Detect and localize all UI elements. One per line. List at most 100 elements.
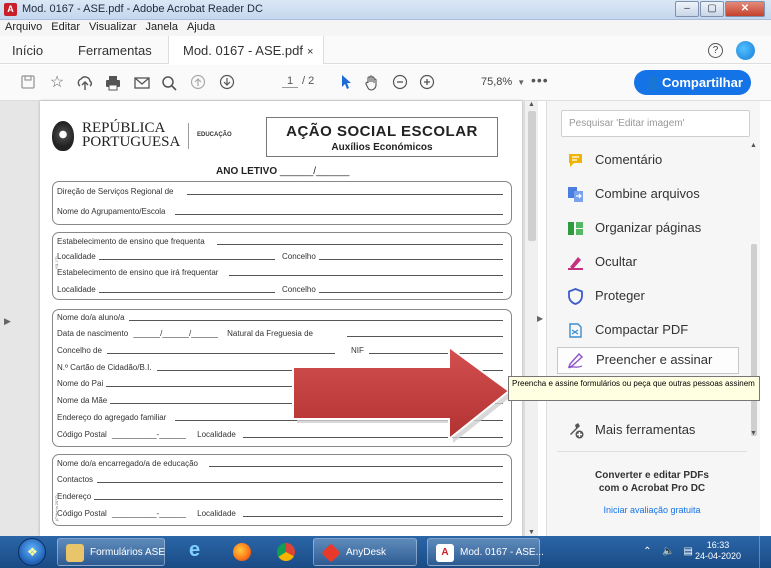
tool-fill-and-sign[interactable]: Preencher e assinar — [557, 347, 739, 374]
field-line — [319, 292, 503, 293]
help-icon[interactable]: ? — [708, 43, 723, 58]
field-label: Nome da Mãe — [57, 396, 111, 405]
upload-cloud-icon[interactable] — [76, 74, 94, 92]
show-hidden-icons[interactable]: ⌃ — [643, 546, 651, 557]
school-info-box: Direção de Serviços Regional de Nome do … — [52, 181, 512, 225]
regional-services-field[interactable]: Direção de Serviços Regional de — [57, 187, 503, 196]
school-group-field[interactable]: Nome do Agrupamento/Escola — [57, 207, 503, 216]
menu-window[interactable]: Janela — [141, 20, 182, 33]
system-clock[interactable]: 16:33 24-04-2020 — [695, 540, 741, 562]
folder-icon — [66, 544, 84, 562]
document-viewport[interactable]: ▶ REPÚBLICA PORTUGUESA EDUCAÇÃO AÇÃO SOC… — [0, 101, 538, 536]
taskbar-item-label: AnyDesk — [346, 547, 387, 558]
menu-edit[interactable]: Editar — [46, 20, 84, 33]
field-label: Código Postal — [57, 430, 110, 439]
guardian-address-field[interactable]: Endereço — [57, 492, 503, 501]
guardian-postal-code-field[interactable]: Código Postal __________-______ Localida… — [57, 509, 503, 518]
show-desktop-button[interactable] — [759, 536, 771, 568]
chrome-icon — [277, 543, 295, 561]
select-cursor-icon[interactable] — [337, 74, 355, 92]
tool-label: Combine arquivos — [595, 186, 700, 201]
zoom-level-dropdown[interactable]: 75,8% ▼ — [481, 76, 525, 88]
taskbar-item-ie[interactable]: e — [183, 538, 213, 566]
free-trial-link[interactable]: Iniciar avaliação gratuita — [547, 505, 757, 515]
zoom-search-icon[interactable] — [160, 74, 178, 92]
acrobat-icon: A — [4, 3, 17, 16]
field-label: N.º Cartão de Cidadão/B.I. — [57, 363, 155, 372]
close-window-button[interactable]: ✕ — [725, 1, 765, 17]
field-line — [95, 292, 275, 293]
field-label: Concelho — [282, 252, 319, 261]
document-scrollbar[interactable]: ▲ ▼ — [524, 101, 538, 536]
share-button[interactable]: 👤 Compartilhar — [634, 70, 751, 95]
account-avatar[interactable] — [736, 41, 755, 60]
firefox-icon — [233, 543, 251, 561]
scroll-up-icon[interactable]: ▲ — [528, 101, 535, 108]
taskbar-item-chrome[interactable] — [269, 538, 299, 566]
locality-field-1[interactable]: Localidade Concelho — [57, 252, 503, 261]
expand-left-panel-icon[interactable]: ▶ — [4, 316, 11, 327]
taskbar-item-folder[interactable]: Formulários ASE — [57, 538, 165, 566]
tools-search-input[interactable]: Pesquisar 'Editar imagem' — [561, 110, 750, 137]
current-establishment-field[interactable]: Estabelecimento de ensino que frequenta — [57, 237, 503, 246]
field-line — [209, 466, 503, 467]
tab-tools[interactable]: Ferramentas — [78, 43, 152, 58]
zoom-in-icon[interactable] — [418, 74, 436, 92]
field-label: Concelho de — [57, 346, 105, 355]
field-label: NIF — [351, 346, 367, 355]
main-toolbar: ☆ 1 / 2 75,8% ▼ ••• 👤 Compartilhar — [0, 65, 771, 101]
field-label: Localidade — [57, 252, 99, 261]
maximize-button[interactable]: ▢ — [700, 1, 724, 17]
menu-file[interactable]: Arquivo — [0, 20, 46, 33]
hand-tool-icon[interactable] — [363, 74, 381, 92]
save-icon[interactable] — [19, 74, 37, 92]
field-line — [93, 499, 503, 500]
field-label: Nome do Agrupamento/Escola — [57, 207, 169, 216]
contacts-field[interactable]: Contactos — [57, 475, 503, 484]
protect-icon — [567, 288, 584, 305]
scroll-down-icon[interactable]: ▼ — [750, 430, 757, 437]
bookmark-star-icon[interactable]: ☆ — [48, 74, 66, 92]
start-button[interactable]: ❖ — [18, 538, 46, 566]
field-label: Localidade — [197, 430, 239, 439]
email-icon[interactable] — [133, 74, 151, 92]
taskbar-item-firefox[interactable] — [225, 538, 255, 566]
taskbar-item-anydesk[interactable]: AnyDesk — [313, 538, 417, 566]
birth-date-field[interactable]: Data de nascimento ______/______/______ … — [57, 329, 503, 338]
pdf-page[interactable]: REPÚBLICA PORTUGUESA EDUCAÇÃO AÇÃO SOCIA… — [40, 101, 522, 536]
current-page-input[interactable]: 1 — [282, 75, 298, 88]
locality-field-2[interactable]: Localidade Concelho — [57, 285, 503, 294]
tab-home[interactable]: Início — [12, 43, 43, 58]
scroll-up-icon[interactable]: ▲ — [750, 142, 757, 149]
tools-scroll-thumb[interactable] — [751, 244, 757, 436]
close-tab-icon[interactable]: × — [307, 46, 313, 58]
page-down-icon[interactable] — [218, 74, 236, 92]
print-icon[interactable] — [104, 74, 122, 92]
more-tools-menu[interactable]: ••• — [531, 72, 549, 88]
future-establishment-field[interactable]: Estabelecimento de ensino que irá freque… — [57, 268, 503, 277]
menu-help[interactable]: Ajuda — [182, 20, 219, 33]
menu-bar: Arquivo Editar Visualizar Janela Ajuda — [0, 20, 771, 36]
tab-document[interactable]: Mod. 0167 - ASE.pdf × — [168, 36, 325, 64]
scroll-down-icon[interactable]: ▼ — [528, 529, 535, 536]
taskbar-item-acrobat[interactable]: A Mod. 0167 - ASE... — [427, 538, 544, 566]
red-arrow-annotation — [292, 345, 513, 443]
menu-view[interactable]: Visualizar — [84, 20, 141, 33]
tool-label: Proteger — [595, 288, 645, 303]
field-label: Endereço do agregado familiar — [57, 413, 170, 422]
field-label: Nome do Pai — [57, 379, 107, 388]
page-number-box[interactable]: 1 / 2 — [282, 75, 314, 88]
document-scroll-thumb[interactable] — [528, 111, 536, 241]
tool-label: Organizar páginas — [595, 220, 702, 235]
minimize-button[interactable]: – — [675, 1, 699, 17]
school-year-field[interactable]: ANO LETIVO ______/______ — [216, 166, 349, 177]
zoom-out-icon[interactable] — [391, 74, 409, 92]
field-line — [217, 244, 503, 245]
field-label: Localidade — [57, 285, 99, 294]
guardian-name-field[interactable]: Nome do/a encarregado/a de educação — [57, 459, 503, 468]
page-up-icon[interactable] — [189, 74, 207, 92]
collapse-tools-panel-icon[interactable]: ▶ — [537, 314, 543, 323]
student-name-field[interactable]: Nome do/a aluno/a — [57, 313, 503, 322]
network-icon[interactable]: ▤ — [684, 546, 693, 557]
volume-icon[interactable]: 🔈 — [662, 546, 674, 557]
